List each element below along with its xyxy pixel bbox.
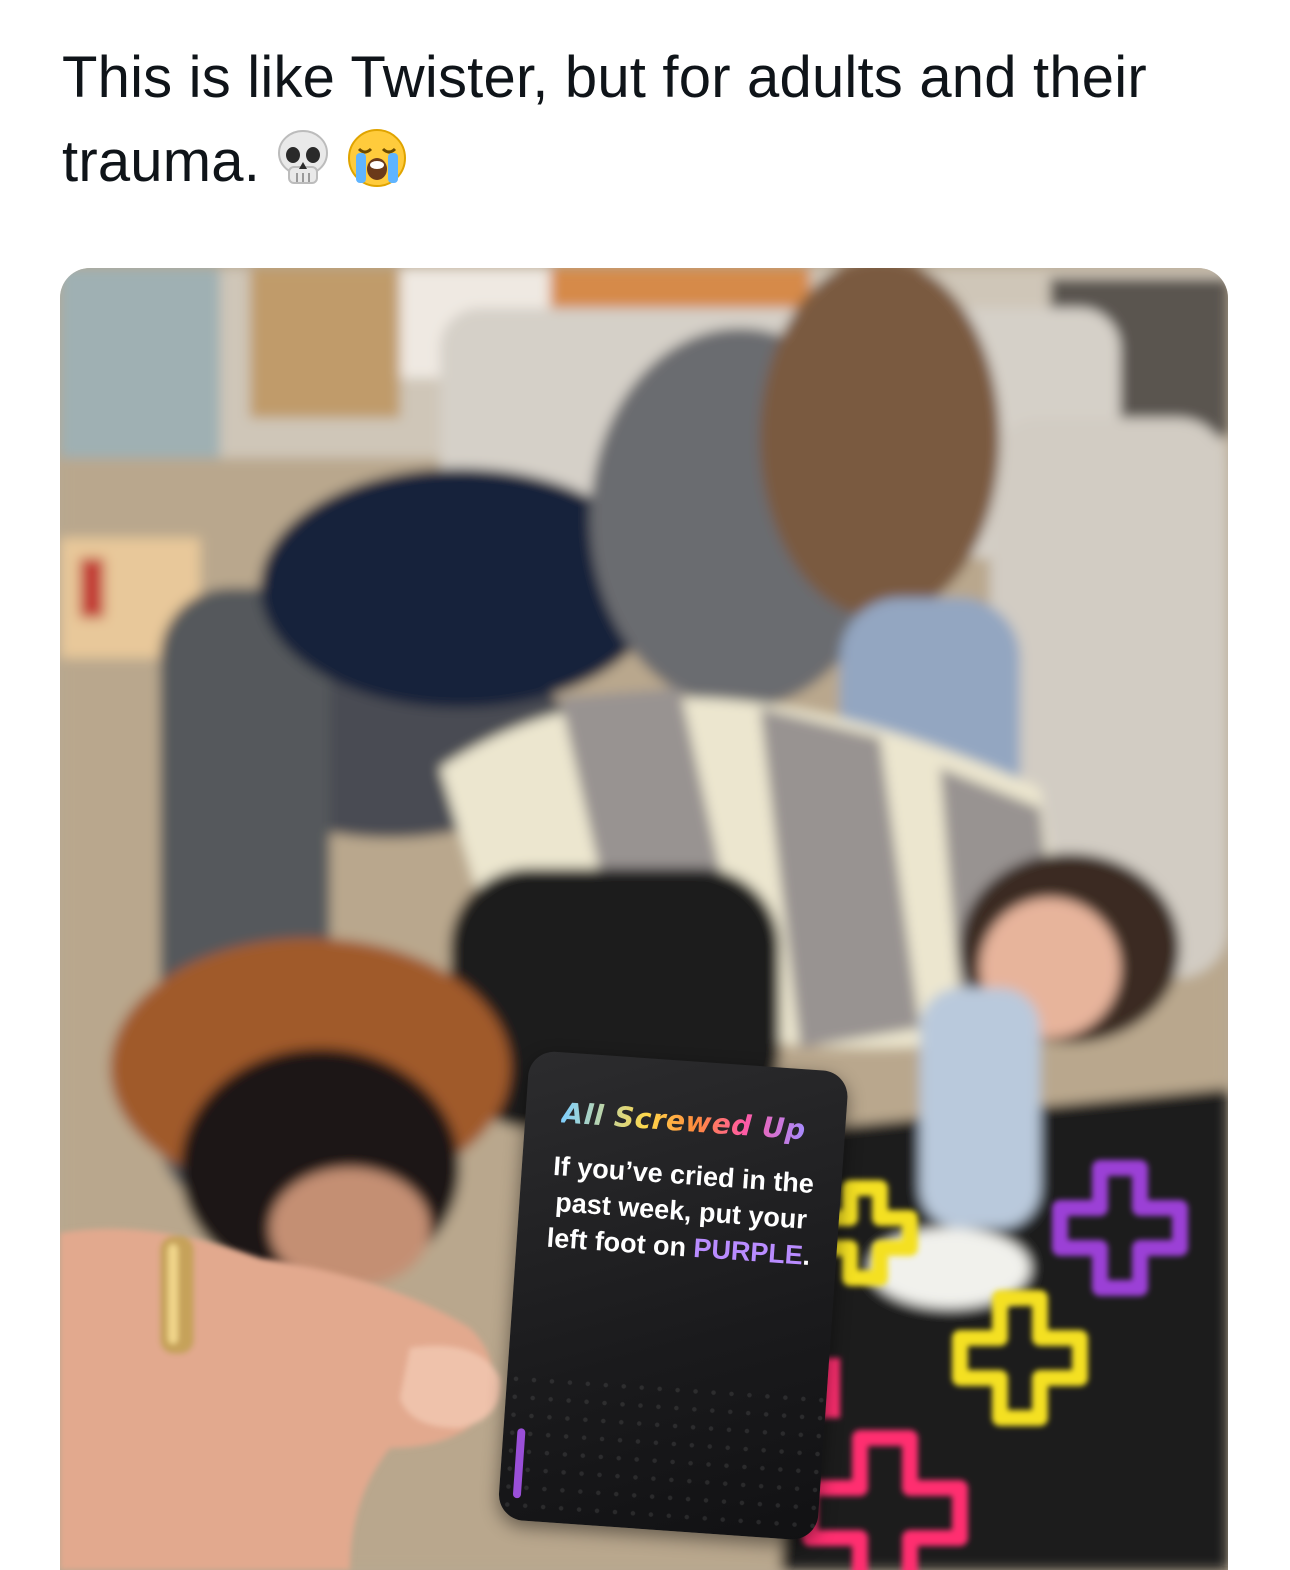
card-prompt-highlight: PURPLE [692, 1232, 804, 1271]
tweet-text-content: This is like Twister, but for adults and… [62, 45, 1164, 194]
card-pattern [497, 1369, 827, 1542]
tweet-text: This is like Twister, but for adults and… [62, 36, 1182, 212]
skull-emoji-icon [274, 128, 332, 212]
photo: All Screwed Up If you’ve cried in the pa… [60, 268, 1228, 1570]
card-logo: All Screwed Up [560, 1096, 807, 1147]
card-prompt-end: . [801, 1240, 812, 1272]
card-prompt: If you’ve cried in the past week, put yo… [538, 1147, 825, 1274]
game-card: All Screwed Up If you’ve cried in the pa… [497, 1050, 850, 1542]
loudly-crying-face-emoji-icon [346, 127, 408, 212]
